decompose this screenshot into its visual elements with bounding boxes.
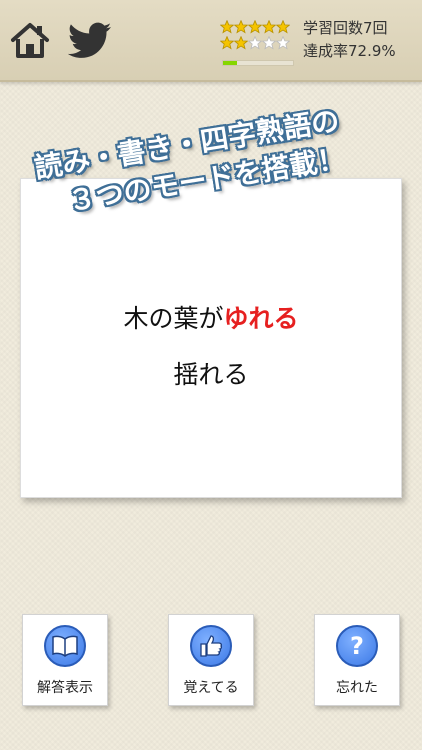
book-icon-circle xyxy=(44,625,86,667)
stars-row-2 xyxy=(219,35,291,54)
forgot-label: 忘れた xyxy=(336,680,378,696)
thumbs-up-icon xyxy=(200,635,223,657)
question-text: 木の葉がゆれる xyxy=(21,299,401,335)
home-icon xyxy=(11,23,49,58)
show-answer-label: 解答表示 xyxy=(37,680,93,696)
achievement-rate: 達成率72.9% xyxy=(303,42,396,60)
progress-bar xyxy=(222,60,294,66)
answer-text: 揺れる xyxy=(173,360,249,389)
question-icon-circle: ? xyxy=(336,625,378,667)
twitter-button[interactable] xyxy=(67,22,112,60)
remembered-label: 覚えてる xyxy=(183,680,239,696)
forgot-button[interactable]: ? 忘れた xyxy=(314,614,400,706)
thumbs-up-icon-circle xyxy=(190,625,232,667)
star-empty-icon xyxy=(247,35,263,54)
question-highlight: ゆれる xyxy=(223,304,299,333)
home-button[interactable] xyxy=(10,20,50,60)
twitter-icon xyxy=(67,22,112,58)
progress-fill xyxy=(223,61,237,65)
top-bar: 学習回数7回 達成率72.9% xyxy=(0,0,422,82)
question-icon: ? xyxy=(350,632,364,660)
star-empty-icon xyxy=(275,35,291,54)
question-prefix: 木の葉が xyxy=(123,304,224,333)
star-filled-icon xyxy=(219,35,235,54)
star-filled-icon xyxy=(233,35,249,54)
star-empty-icon xyxy=(261,35,277,54)
study-count: 学習回数7回 xyxy=(303,19,388,37)
remembered-button[interactable]: 覚えてる xyxy=(168,614,254,706)
book-icon xyxy=(52,635,78,657)
rating-stars xyxy=(219,19,291,54)
show-answer-button[interactable]: 解答表示 xyxy=(22,614,108,706)
